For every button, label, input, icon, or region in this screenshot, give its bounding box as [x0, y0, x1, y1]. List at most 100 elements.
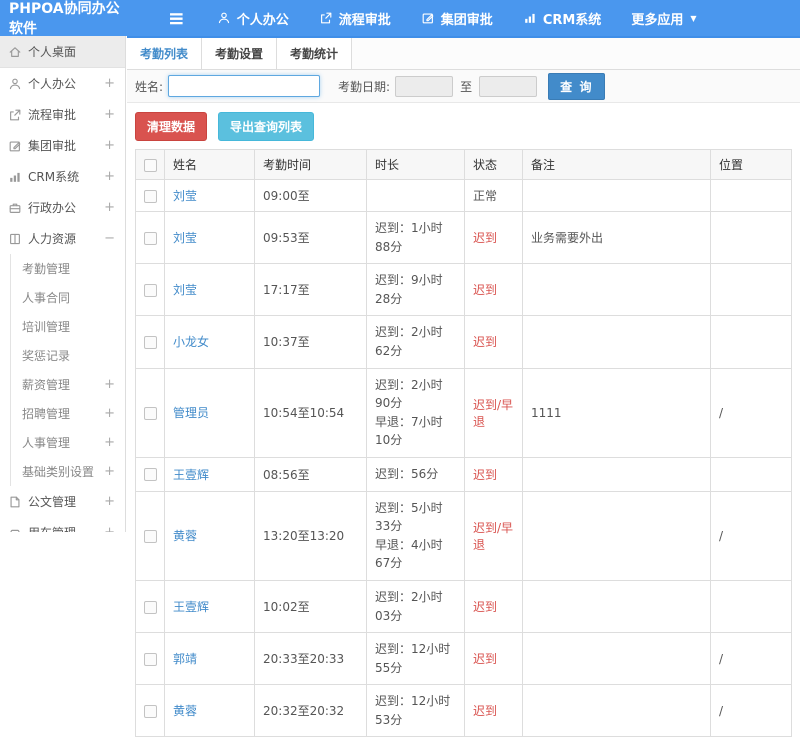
- time-cell: 10:02至: [255, 580, 367, 632]
- sidebar-item[interactable]: 个人办公+: [0, 68, 125, 99]
- column-header: 位置: [711, 150, 792, 180]
- user-icon: [8, 77, 22, 91]
- employee-name-link[interactable]: 刘莹: [173, 231, 197, 245]
- row-checkbox-cell: [136, 633, 165, 685]
- nav-item-chart[interactable]: CRM系统: [523, 9, 602, 28]
- sidebar-item[interactable]: 个人桌面: [0, 36, 125, 68]
- status-badge: 迟到: [473, 600, 497, 614]
- home-icon: [8, 45, 22, 59]
- note-cell: [523, 316, 711, 368]
- employee-name-link[interactable]: 小龙女: [173, 335, 209, 349]
- time-cell: 20:33至20:33: [255, 633, 367, 685]
- expander-icon: +: [100, 464, 115, 479]
- export-list-button[interactable]: 导出查询列表: [218, 112, 314, 141]
- nav-item-more[interactable]: 更多应用▼: [631, 9, 696, 28]
- status-cell: 迟到: [465, 580, 523, 632]
- row-checkbox[interactable]: [144, 284, 157, 297]
- employee-name-link[interactable]: 刘莹: [173, 189, 197, 203]
- note-cell: [523, 580, 711, 632]
- nav-item-user[interactable]: 个人办公: [217, 9, 289, 28]
- sidebar-item[interactable]: 公文管理+: [0, 486, 125, 517]
- sidebar-item[interactable]: 人力资源−: [0, 223, 125, 254]
- sidebar-subitem[interactable]: 薪资管理+: [11, 370, 125, 399]
- date-from-input[interactable]: [395, 76, 453, 97]
- sidebar-item-label: 公文管理: [28, 493, 100, 510]
- row-checkbox[interactable]: [144, 232, 157, 245]
- employee-name-link[interactable]: 王壹辉: [173, 468, 209, 482]
- name-cell: 刘莹: [165, 180, 255, 212]
- tab-考勤统计[interactable]: 考勤统计: [277, 38, 352, 69]
- to-label: 至: [460, 78, 472, 95]
- time-cell: 10:37至: [255, 316, 367, 368]
- sidebar-subitem[interactable]: 招聘管理+: [11, 399, 125, 428]
- expander-icon: +: [100, 200, 115, 215]
- employee-name-link[interactable]: 黄蓉: [173, 704, 197, 718]
- nav-item-label: CRM系统: [543, 9, 602, 28]
- row-checkbox-cell: [136, 212, 165, 264]
- query-button[interactable]: 查 询: [548, 73, 605, 100]
- expander-icon: +: [100, 107, 115, 122]
- sidebar-item[interactable]: 流程审批+: [0, 99, 125, 130]
- sidebar-subitem[interactable]: 人事管理+: [11, 428, 125, 457]
- sidebar-item[interactable]: 集团审批+: [0, 130, 125, 161]
- date-to-input[interactable]: [479, 76, 537, 97]
- app-logo: PHPOA协同办公软件: [0, 0, 130, 38]
- row-checkbox[interactable]: [144, 468, 157, 481]
- action-buttons: 清理数据 导出查询列表: [127, 103, 800, 149]
- attendance-table-wrap: 姓名考勤时间时长状态备注位置 刘莹09:00至正常刘莹09:53至迟到：1小时8…: [127, 149, 800, 737]
- status-cell: 迟到: [465, 212, 523, 264]
- book-icon: [8, 232, 22, 246]
- sidebar-item[interactable]: 行政办公+: [0, 192, 125, 223]
- time-cell: 08:56至: [255, 457, 367, 491]
- sidebar-subitem-label: 考勤管理: [22, 260, 115, 277]
- status-badge: 迟到/早退: [473, 521, 513, 552]
- hamburger-menu-icon[interactable]: ≡: [168, 8, 185, 28]
- share-icon: [319, 11, 333, 25]
- status-cell: 迟到: [465, 457, 523, 491]
- employee-name-link[interactable]: 黄蓉: [173, 529, 197, 543]
- duration-cell: [367, 180, 465, 212]
- sidebar-subitem[interactable]: 考勤管理: [11, 254, 125, 283]
- sidebar-item[interactable]: CRM系统+: [0, 161, 125, 192]
- row-checkbox[interactable]: [144, 601, 157, 614]
- table-row: 刘莹09:53至迟到：1小时88分迟到业务需要外出: [136, 212, 792, 264]
- row-checkbox[interactable]: [144, 407, 157, 420]
- table-row: 黄蓉 13:20至13:20迟到：5小时33分 早退：4小时67分迟到/早退 /: [136, 491, 792, 580]
- employee-name-link[interactable]: 刘莹: [173, 283, 197, 297]
- sidebar-subitem[interactable]: 奖惩记录: [11, 341, 125, 370]
- employee-name-link[interactable]: 王壹辉: [173, 600, 209, 614]
- note-cell: [523, 685, 711, 737]
- select-all-checkbox[interactable]: [144, 159, 157, 172]
- row-checkbox[interactable]: [144, 653, 157, 666]
- status-cell: 正常: [465, 180, 523, 212]
- clean-data-button[interactable]: 清理数据: [135, 112, 207, 141]
- location-cell: /: [711, 685, 792, 737]
- row-checkbox[interactable]: [144, 336, 157, 349]
- sidebar-item[interactable]: 用车管理+: [0, 517, 125, 532]
- name-label: 姓名:: [135, 78, 163, 95]
- name-input[interactable]: [168, 75, 320, 97]
- tab-bar: 考勤列表考勤设置考勤统计: [127, 38, 800, 70]
- sidebar-subitem[interactable]: 基础类别设置+: [11, 457, 125, 486]
- duration-cell: 迟到：12小时55分: [367, 633, 465, 685]
- tab-考勤设置[interactable]: 考勤设置: [202, 38, 277, 69]
- row-checkbox[interactable]: [144, 190, 157, 203]
- duration-cell: 迟到：5小时33分 早退：4小时67分: [367, 491, 465, 580]
- note-cell: [523, 264, 711, 316]
- employee-name-link[interactable]: 郭靖: [173, 652, 197, 666]
- nav-item-edit[interactable]: 集团审批: [421, 9, 493, 28]
- time-cell: 09:53至: [255, 212, 367, 264]
- sidebar-subitem-label: 薪资管理: [22, 376, 100, 393]
- row-checkbox[interactable]: [144, 705, 157, 718]
- tab-考勤列表[interactable]: 考勤列表: [127, 38, 202, 69]
- employee-name-link[interactable]: 管理员: [173, 406, 209, 420]
- note-cell: [523, 180, 711, 212]
- time-cell: 13:20至13:20: [255, 491, 367, 580]
- sidebar-subitem[interactable]: 人事合同: [11, 283, 125, 312]
- status-cell: 迟到: [465, 685, 523, 737]
- location-cell: [711, 180, 792, 212]
- sidebar-subitem[interactable]: 培训管理: [11, 312, 125, 341]
- location-cell: [711, 264, 792, 316]
- location-cell: /: [711, 491, 792, 580]
- nav-item-share[interactable]: 流程审批: [319, 9, 391, 28]
